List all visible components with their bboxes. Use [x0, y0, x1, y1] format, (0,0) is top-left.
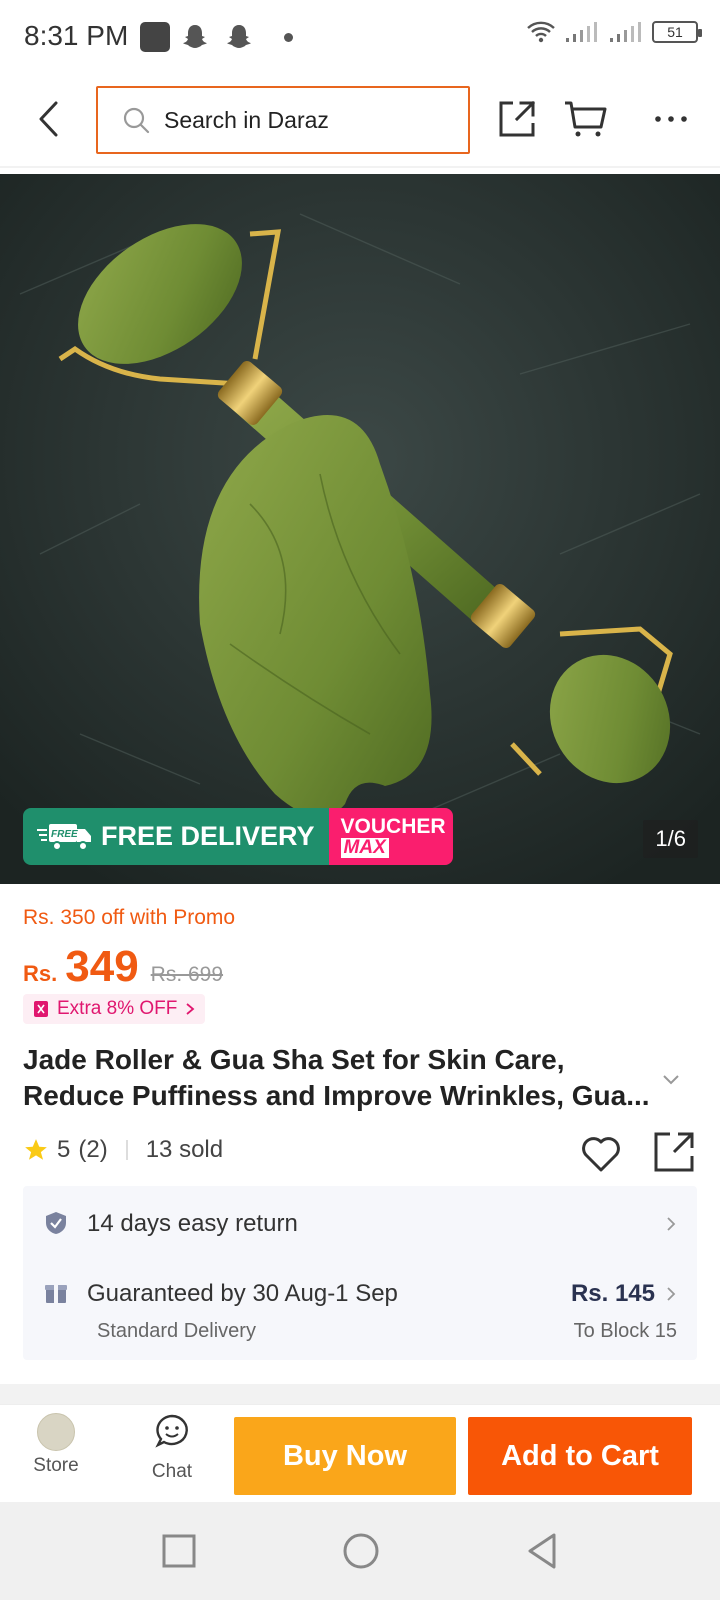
status-time: 8:31 PM [24, 20, 129, 51]
share-icon[interactable] [652, 1130, 696, 1174]
voucher-icon [34, 1001, 48, 1017]
promo-text: Rs. 350 off with Promo [23, 906, 236, 929]
more-icon [655, 116, 687, 122]
chevron-left-icon [39, 101, 58, 137]
product-photo [0, 174, 720, 884]
chevron-right-icon [667, 1287, 676, 1301]
delivery-truck-icon: FREE [37, 823, 91, 851]
signal-icon [566, 22, 597, 42]
voucher-max-label: MAX [340, 837, 389, 858]
promo-banner: FREE FREE DELIVERY VOUCHER MAX [23, 808, 453, 865]
snapchat-icon [227, 25, 251, 48]
search-icon [123, 107, 150, 134]
add-to-cart-button[interactable]: Add to Cart [468, 1417, 692, 1495]
search-placeholder: Search in Daraz [164, 106, 329, 133]
rating-count: (2) [78, 1136, 108, 1163]
product-image-gallery[interactable]: FREE FREE DELIVERY VOUCHER MAX 1/6 [0, 174, 720, 884]
back-nav-icon[interactable] [522, 1530, 564, 1572]
package-icon [45, 1285, 67, 1303]
chat-button[interactable]: Chat [132, 1413, 212, 1483]
divider [125, 1140, 128, 1160]
home-icon[interactable] [340, 1530, 382, 1572]
wishlist-heart-icon[interactable] [578, 1130, 624, 1176]
delivery-location: To Block 15 [573, 1320, 677, 1342]
search-input[interactable]: Search in Daraz [96, 86, 470, 154]
cart-icon [565, 101, 607, 137]
chevron-right-icon [186, 1003, 195, 1015]
shield-check-icon [46, 1212, 66, 1234]
star-icon [25, 1139, 47, 1160]
recent-apps-icon[interactable] [158, 1530, 200, 1572]
voucher-label: VOUCHER [340, 814, 446, 838]
price-row: Rs. 349 Rs. 699 [23, 942, 223, 992]
rating-value: 5 [57, 1136, 71, 1163]
rating-row[interactable]: 5 (2) 13 sold [23, 1136, 223, 1164]
delivery-type-label: Standard Delivery [97, 1320, 256, 1342]
wifi-icon [527, 21, 555, 43]
sold-count: 13 sold [145, 1136, 224, 1163]
expand-title-icon[interactable] [660, 1068, 682, 1090]
signal-icon [610, 22, 641, 42]
snapchat-icon [183, 25, 207, 48]
system-nav-bar [0, 1502, 720, 1600]
notification-app-icon [140, 22, 170, 52]
top-header: Search in Daraz [0, 72, 720, 168]
free-badge-label: FREE [51, 829, 78, 840]
status-icons: 51 [526, 20, 702, 44]
buy-now-button[interactable]: Buy Now [234, 1417, 456, 1495]
back-button[interactable] [28, 94, 68, 144]
chat-icon [155, 1414, 188, 1448]
section-divider [0, 1384, 720, 1404]
status-bar: 8:31 PM 51 [0, 0, 720, 72]
store-button[interactable]: Store [16, 1413, 96, 1477]
more-notifications-dot [284, 33, 293, 42]
bottom-action-bar: Store Chat Buy Now Add to Cart [0, 1404, 720, 1502]
more-options-button[interactable] [646, 94, 696, 144]
current-price: 349 [65, 942, 139, 991]
extra-off-voucher[interactable]: Extra 8% OFF [23, 994, 206, 1024]
battery-icon: 51 [652, 21, 702, 43]
delivery-date-label: Guaranteed by 30 Aug-1 Sep [87, 1280, 398, 1307]
share-button[interactable] [492, 94, 542, 144]
extra-off-label: Extra 8% OFF [57, 998, 178, 1019]
free-delivery-label: FREE DELIVERY [101, 821, 315, 851]
store-avatar [37, 1413, 75, 1451]
delivery-fee: Rs. 145 [570, 1280, 655, 1307]
chevron-right-icon [667, 1217, 676, 1231]
share-icon [499, 100, 536, 137]
service-info-card: 14 days easy return Guaranteed by 30 Aug… [23, 1186, 697, 1360]
return-policy-label: 14 days easy return [87, 1210, 298, 1237]
store-label: Store [33, 1455, 79, 1476]
original-price: Rs. 699 [150, 963, 224, 986]
price-currency: Rs. [23, 961, 58, 986]
free-delivery-badge: FREE FREE DELIVERY [23, 808, 329, 865]
product-title[interactable]: Jade Roller & Gua Sha Set for Skin Care,… [23, 1042, 663, 1114]
voucher-max-badge: VOUCHER MAX [328, 808, 453, 865]
product-title-line: Jade Roller & Gua Sha Set for Skin Care, [23, 1044, 565, 1075]
return-policy-row[interactable]: 14 days easy return [23, 1186, 697, 1258]
chat-label: Chat [151, 1461, 193, 1482]
cart-button[interactable] [560, 94, 610, 144]
delivery-row[interactable]: Guaranteed by 30 Aug-1 Sep Standard Deli… [23, 1258, 697, 1360]
image-counter: 1/6 [643, 820, 698, 858]
product-title-line: Reduce Puffiness and Improve Wrinkles, G… [23, 1080, 650, 1111]
